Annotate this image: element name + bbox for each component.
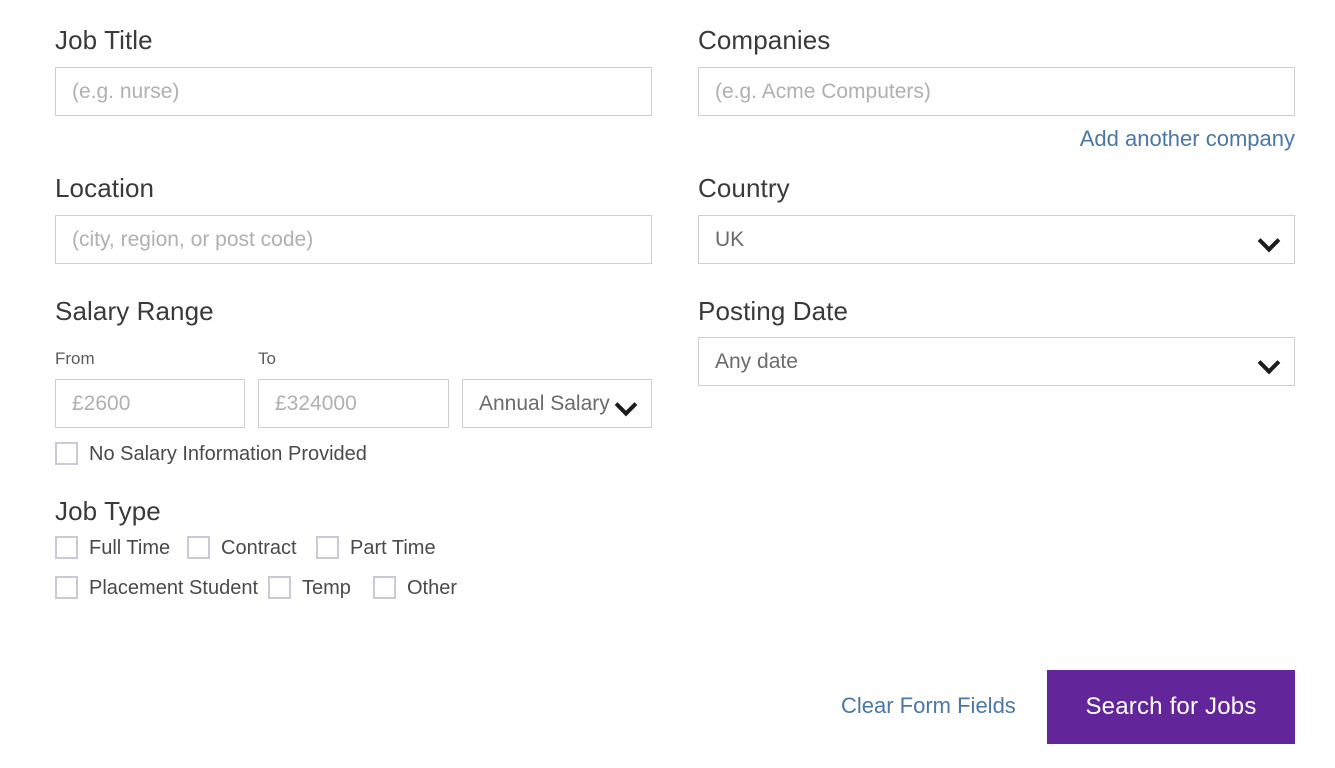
job-type-option-contract[interactable]: Contract xyxy=(187,536,297,559)
salary-to-input[interactable]: £324000 xyxy=(258,379,449,428)
salary-to-label: To xyxy=(258,349,276,368)
posting-date-select[interactable]: Any date xyxy=(698,337,1295,386)
job-title-placeholder: (e.g. nurse) xyxy=(72,80,180,103)
job-type-option-label: Placement Student xyxy=(89,576,258,599)
chevron-down-icon xyxy=(1258,229,1280,251)
salary-from-input[interactable]: £2600 xyxy=(55,379,245,428)
checkbox-box[interactable] xyxy=(55,536,78,559)
checkbox-box[interactable] xyxy=(55,576,78,599)
job-search-form: Job Title (e.g. nurse) Location (city, r… xyxy=(0,0,1335,768)
companies-input[interactable]: (e.g. Acme Computers) xyxy=(698,67,1295,116)
no-salary-info-label: No Salary Information Provided xyxy=(89,442,367,465)
checkbox-box[interactable] xyxy=(316,536,339,559)
job-title-input[interactable]: (e.g. nurse) xyxy=(55,67,652,116)
location-label: Location xyxy=(55,173,155,203)
job-title-label: Job Title xyxy=(55,25,153,55)
job-type-option-other[interactable]: Other xyxy=(373,576,457,599)
country-select[interactable]: UK xyxy=(698,215,1295,264)
companies-placeholder: (e.g. Acme Computers) xyxy=(715,80,931,103)
location-input[interactable]: (city, region, or post code) xyxy=(55,215,652,264)
job-type-option-label: Part Time xyxy=(350,536,436,559)
country-label: Country xyxy=(698,173,790,203)
companies-label: Companies xyxy=(698,25,831,55)
salary-from-placeholder: £2600 xyxy=(72,392,131,415)
checkbox-box[interactable] xyxy=(187,536,210,559)
checkbox-box[interactable] xyxy=(373,576,396,599)
job-type-option-placement-student[interactable]: Placement Student xyxy=(55,576,258,599)
job-type-option-part-time[interactable]: Part Time xyxy=(316,536,436,559)
job-type-option-label: Full Time xyxy=(89,536,171,559)
job-type-option-label: Temp xyxy=(302,576,351,599)
job-type-option-full-time[interactable]: Full Time xyxy=(55,536,170,559)
posting-date-label: Posting Date xyxy=(698,296,849,326)
posting-date-value: Any date xyxy=(715,350,798,373)
country-value: UK xyxy=(715,228,745,251)
add-another-company-link-wrap: Add another company xyxy=(698,128,1295,151)
job-type-option-temp[interactable]: Temp xyxy=(268,576,351,599)
job-type-option-label: Contract xyxy=(221,536,297,559)
checkbox-box[interactable] xyxy=(268,576,291,599)
chevron-down-icon xyxy=(1258,351,1280,373)
chevron-down-icon xyxy=(615,393,637,415)
clear-form-fields-link[interactable]: Clear Form Fields xyxy=(841,695,1016,717)
salary-type-value: Annual Salary xyxy=(479,392,610,415)
no-salary-info-checkbox[interactable]: No Salary Information Provided xyxy=(55,442,367,465)
checkbox-box[interactable] xyxy=(55,442,78,465)
salary-to-placeholder: £324000 xyxy=(275,392,357,415)
search-for-jobs-button[interactable]: Search for Jobs xyxy=(1047,670,1295,744)
location-placeholder: (city, region, or post code) xyxy=(72,228,314,251)
salary-range-label: Salary Range xyxy=(55,296,214,326)
add-another-company-link[interactable]: Add another company xyxy=(1080,126,1295,151)
salary-from-label: From xyxy=(55,349,95,368)
salary-type-select[interactable]: Annual Salary xyxy=(462,379,652,428)
job-type-label: Job Type xyxy=(55,496,161,526)
job-type-option-label: Other xyxy=(407,576,458,599)
